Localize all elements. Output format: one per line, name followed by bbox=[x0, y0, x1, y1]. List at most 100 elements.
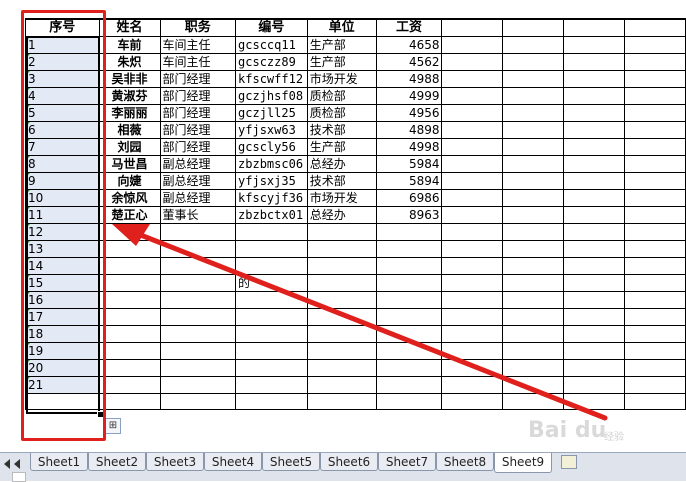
cell[interactable] bbox=[502, 53, 565, 71]
column-header[interactable] bbox=[502, 18, 565, 37]
first-sheet-icon[interactable] bbox=[4, 459, 10, 469]
cell[interactable]: 吴非非 bbox=[98, 70, 161, 88]
cell[interactable]: 部门经理 bbox=[159, 70, 237, 88]
cell[interactable] bbox=[624, 70, 686, 88]
cell[interactable] bbox=[563, 274, 626, 292]
cell[interactable] bbox=[375, 393, 443, 410]
cell[interactable] bbox=[624, 342, 686, 360]
cell[interactable] bbox=[441, 325, 504, 343]
cell[interactable] bbox=[441, 393, 504, 410]
cell[interactable] bbox=[441, 121, 504, 139]
cell[interactable] bbox=[441, 189, 504, 207]
cell[interactable] bbox=[502, 359, 565, 377]
column-header[interactable] bbox=[441, 18, 504, 37]
sheet-tab[interactable]: Sheet9 bbox=[494, 453, 552, 473]
sheet-tab[interactable]: Sheet6 bbox=[320, 453, 378, 471]
insert-sheet-icon[interactable] bbox=[561, 455, 577, 469]
cell[interactable] bbox=[441, 257, 504, 275]
cell[interactable] bbox=[306, 223, 377, 241]
cell[interactable] bbox=[441, 206, 504, 224]
cell[interactable] bbox=[159, 240, 237, 258]
cell[interactable] bbox=[159, 257, 237, 275]
cell[interactable]: 车间主任 bbox=[159, 53, 237, 71]
cell[interactable]: 生产部 bbox=[306, 53, 377, 71]
cell[interactable]: 副总经理 bbox=[159, 172, 237, 190]
cell[interactable] bbox=[98, 240, 161, 258]
cell[interactable]: 生产部 bbox=[306, 36, 377, 54]
cell[interactable]: 马世昌 bbox=[98, 155, 161, 173]
cell[interactable] bbox=[563, 155, 626, 173]
cell[interactable] bbox=[502, 240, 565, 258]
cell[interactable]: 4562 bbox=[375, 53, 443, 71]
cell[interactable] bbox=[235, 223, 308, 241]
cell[interactable] bbox=[235, 257, 308, 275]
cell[interactable] bbox=[502, 172, 565, 190]
cell[interactable] bbox=[563, 325, 626, 343]
cell[interactable] bbox=[375, 359, 443, 377]
cell[interactable] bbox=[375, 308, 443, 326]
cell[interactable] bbox=[624, 87, 686, 105]
cell[interactable] bbox=[502, 189, 565, 207]
cell[interactable] bbox=[563, 257, 626, 275]
cell[interactable] bbox=[502, 138, 565, 156]
cell[interactable] bbox=[306, 308, 377, 326]
cell[interactable] bbox=[98, 393, 161, 410]
cell[interactable] bbox=[441, 87, 504, 105]
cell[interactable]: 4998 bbox=[375, 138, 443, 156]
cell[interactable] bbox=[502, 70, 565, 88]
cell[interactable] bbox=[159, 291, 237, 309]
cell[interactable] bbox=[441, 70, 504, 88]
cell[interactable] bbox=[235, 291, 308, 309]
cell[interactable]: 车间主任 bbox=[159, 36, 237, 54]
cell[interactable]: 楚正心 bbox=[98, 206, 161, 224]
cell[interactable] bbox=[563, 36, 626, 54]
cell[interactable]: 董事长 bbox=[159, 206, 237, 224]
cell[interactable] bbox=[624, 138, 686, 156]
cell[interactable] bbox=[441, 376, 504, 394]
sheet-tab[interactable]: Sheet3 bbox=[146, 453, 204, 471]
cell[interactable] bbox=[306, 376, 377, 394]
cell[interactable] bbox=[235, 240, 308, 258]
cell[interactable]: 4988 bbox=[375, 70, 443, 88]
cell[interactable] bbox=[441, 155, 504, 173]
cell[interactable]: zbzbmsc06 bbox=[235, 155, 308, 173]
column-header[interactable]: 编号 bbox=[235, 18, 308, 37]
cell[interactable]: 8963 bbox=[375, 206, 443, 224]
cell[interactable] bbox=[98, 359, 161, 377]
cell[interactable] bbox=[624, 376, 686, 394]
cell[interactable] bbox=[441, 223, 504, 241]
cell[interactable] bbox=[624, 257, 686, 275]
cell[interactable] bbox=[375, 257, 443, 275]
cell[interactable] bbox=[624, 291, 686, 309]
cell[interactable] bbox=[441, 291, 504, 309]
cell[interactable] bbox=[306, 359, 377, 377]
cell[interactable]: 余惊风 bbox=[98, 189, 161, 207]
sheet-tab[interactable]: Sheet8 bbox=[436, 453, 494, 471]
cell[interactable] bbox=[375, 274, 443, 292]
cell[interactable] bbox=[375, 240, 443, 258]
cell[interactable] bbox=[98, 376, 161, 394]
cell[interactable] bbox=[624, 53, 686, 71]
cell[interactable] bbox=[502, 291, 565, 309]
cell[interactable] bbox=[502, 155, 565, 173]
sheet-tab[interactable]: Sheet4 bbox=[204, 453, 262, 471]
cell[interactable] bbox=[502, 342, 565, 360]
cell[interactable] bbox=[98, 257, 161, 275]
cell[interactable] bbox=[624, 240, 686, 258]
serial-cell[interactable]: 10 bbox=[25, 189, 100, 207]
cell[interactable] bbox=[159, 274, 237, 292]
cell[interactable] bbox=[502, 223, 565, 241]
cell[interactable] bbox=[98, 223, 161, 241]
cell[interactable]: gczjhsf08 bbox=[235, 87, 308, 105]
cell[interactable] bbox=[441, 342, 504, 360]
autofill-options-icon[interactable]: ⊞ bbox=[105, 418, 121, 434]
cell[interactable]: 向婕 bbox=[98, 172, 161, 190]
column-header[interactable]: 单位 bbox=[306, 18, 377, 37]
cell[interactable]: zbzbctx01 bbox=[235, 206, 308, 224]
cell[interactable] bbox=[375, 342, 443, 360]
column-header[interactable] bbox=[624, 18, 686, 37]
cell[interactable] bbox=[502, 274, 565, 292]
cell[interactable]: 质检部 bbox=[306, 87, 377, 105]
cell[interactable] bbox=[502, 376, 565, 394]
serial-cell[interactable]: 17 bbox=[25, 308, 100, 326]
